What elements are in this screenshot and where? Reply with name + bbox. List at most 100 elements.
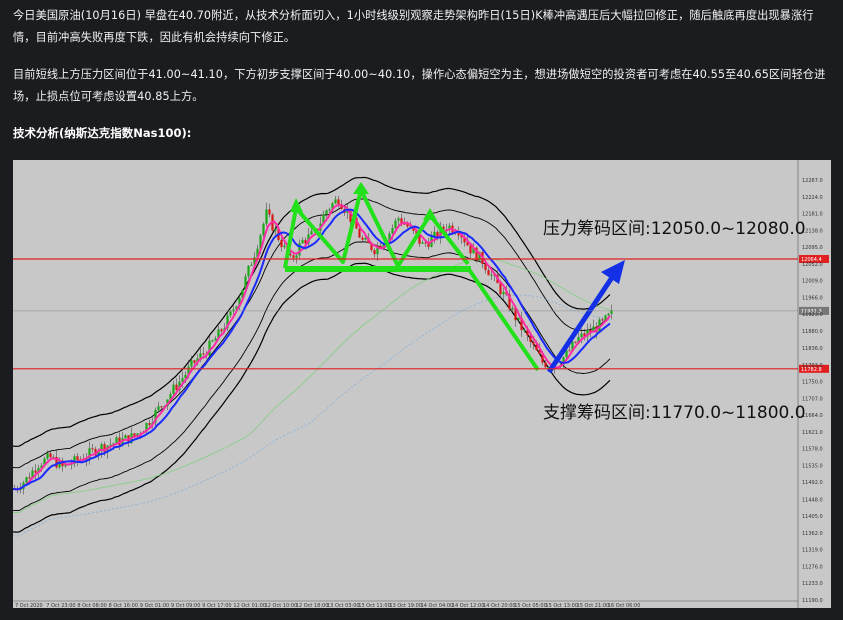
x-tick-label: 8 Oct 16:00 — [109, 603, 138, 608]
candle-body — [469, 245, 472, 254]
candle-body — [265, 209, 268, 224]
y-tick-label: 12009.0 — [802, 279, 823, 285]
candle-body — [517, 317, 520, 321]
candle-body — [250, 264, 253, 266]
x-tick-label: 15 Oct 21:00 — [577, 603, 610, 608]
y-tick-label: 11836.0 — [802, 346, 823, 352]
candle-body — [427, 243, 430, 247]
candle-body — [34, 470, 37, 473]
y-tick-label: 11319.0 — [802, 548, 823, 554]
candle-body — [310, 231, 313, 235]
y-tick-label: 11405.0 — [802, 514, 823, 520]
x-tick-label: 7 Oct 23:00 — [46, 603, 75, 608]
candle-body — [601, 319, 604, 321]
candle-body — [124, 435, 127, 439]
y-tick-label: 11707.0 — [802, 396, 823, 402]
x-tick-label: 9 Oct 01:00 — [140, 603, 169, 608]
candle-body — [325, 210, 328, 215]
candle-body — [193, 360, 196, 363]
x-tick-label: 12 Oct 10:00 — [265, 603, 298, 608]
candle-body — [364, 237, 367, 240]
x-tick-label: 14 Oct 20:00 — [483, 603, 516, 608]
candle-body — [607, 313, 610, 316]
candle-body — [172, 384, 175, 395]
candle-body — [280, 239, 283, 248]
candle-body — [211, 340, 214, 342]
x-tick-label: 9 Oct 17:00 — [202, 603, 231, 608]
x-tick-label: 13 Oct 03:00 — [327, 603, 360, 608]
y-tick-label: 12095.0 — [802, 245, 823, 251]
y-tick-label: 11966.0 — [802, 295, 823, 301]
candle-body — [289, 253, 292, 256]
candle-body — [580, 333, 583, 338]
y-tick-label: 11233.0 — [802, 581, 823, 587]
x-tick-label: 8 Oct 08:00 — [77, 603, 106, 608]
y-tick-label: 11535.0 — [802, 463, 823, 469]
candle-body — [49, 453, 52, 458]
pattern-zigzag — [283, 188, 470, 269]
chart-canvas: 12064.411931.311782.8 12267.012224.01218… — [13, 160, 829, 608]
candle-body — [568, 350, 571, 352]
x-tick-label: 15 Oct 05:00 — [514, 603, 547, 608]
x-tick-label: 13 Oct 11:00 — [358, 603, 391, 608]
y-tick-label: 12224.0 — [802, 195, 823, 201]
candle-body — [181, 378, 184, 382]
candle-body — [220, 329, 223, 332]
candle-body — [301, 239, 304, 244]
x-tick-label: 14 Oct 12:00 — [452, 603, 485, 608]
candle-body — [394, 220, 397, 229]
candle-body — [28, 477, 31, 479]
pattern-peak-marker — [423, 208, 437, 220]
section-heading: 技术分析(纳斯达克指数Nas100): — [13, 126, 192, 140]
x-tick-label: 15 Oct 13:00 — [545, 603, 578, 608]
article-paragraph-1: 今日美国原油(10月16日) 早盘在40.70附近，从技术分析面切入，1小时线级… — [13, 9, 814, 44]
candle-body — [262, 223, 265, 236]
candle-body — [574, 341, 577, 343]
y-tick-label: 12052.0 — [802, 262, 823, 268]
pattern-breakdown — [466, 266, 540, 372]
candle-body — [604, 315, 607, 320]
candle-body — [175, 384, 178, 390]
y-tick-label: 11448.0 — [802, 497, 823, 503]
x-tick-label: 14 Oct 04:00 — [421, 603, 454, 608]
x-tick-label: 12 Oct 18:00 — [296, 603, 329, 608]
candle-body — [157, 406, 160, 411]
y-tick-label: 12267.0 — [802, 178, 823, 184]
candle-body — [337, 199, 340, 205]
candle-body — [292, 255, 295, 258]
candle-body — [46, 453, 49, 459]
candle-body — [202, 353, 205, 355]
candle-body — [457, 233, 460, 236]
candle-body — [397, 218, 400, 221]
y-tick-label: 11621.0 — [802, 430, 823, 436]
resistance-zone-label: 压力筹码区间:12050.0~12080.0 — [543, 219, 806, 239]
candle-body — [283, 245, 286, 248]
candle-body — [391, 228, 394, 234]
candle-body — [229, 311, 232, 316]
x-tick-label: 7 Oct 2020 — [15, 603, 43, 608]
candle-body — [148, 423, 151, 426]
candle-body — [361, 237, 364, 240]
pattern-peak-marker — [290, 198, 303, 212]
ma-long-green — [13, 258, 611, 513]
candle-body — [334, 199, 337, 204]
candle-body — [214, 338, 217, 341]
candle-body — [373, 250, 376, 255]
y-tick-label: 11578.0 — [802, 447, 823, 453]
candle-body — [76, 456, 79, 461]
price-chart: 12064.4 11931.3 11782.8 12267.0 12224.0 1218… — [13, 160, 831, 608]
candle-body — [160, 406, 163, 408]
support-zone-label: 支撑筹码区间:11770.0~11800.0 — [543, 403, 806, 423]
candle-body — [247, 265, 250, 277]
pattern-neckline — [285, 266, 471, 272]
candle-body — [490, 274, 493, 276]
candle-body — [190, 360, 193, 367]
candle-body — [487, 270, 490, 276]
y-tick-label: 11793.0 — [802, 363, 823, 369]
candle-body — [25, 477, 28, 483]
candle-body — [328, 209, 331, 211]
y-tick-label: 11190.0 — [802, 598, 823, 604]
candle-body — [274, 228, 277, 231]
y-tick-label: 11492.0 — [802, 480, 823, 486]
candle-body — [358, 228, 361, 238]
